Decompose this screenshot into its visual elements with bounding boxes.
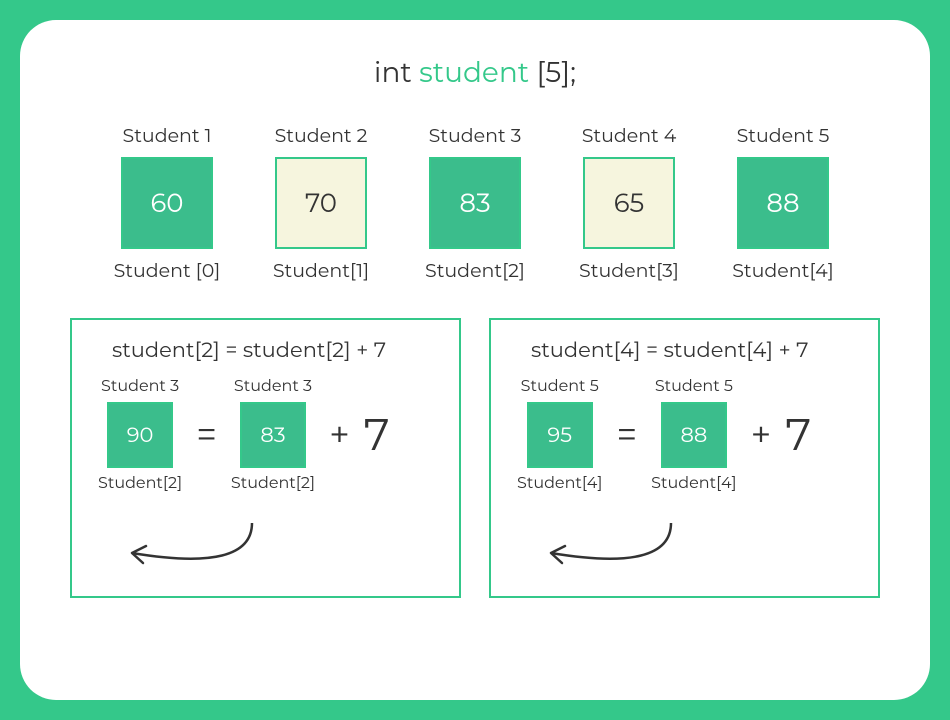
cell-value: 88 bbox=[737, 157, 829, 249]
equation-row: Student 5 95 Student[4] = Student 5 88 S… bbox=[517, 377, 864, 493]
array-cell: Student 3 83 Student[2] bbox=[420, 124, 530, 282]
array-cell: Student 1 60 Student [0] bbox=[112, 124, 222, 282]
mini-value: 95 bbox=[527, 402, 593, 468]
mini-value: 88 bbox=[661, 402, 727, 468]
array-declaration: int student [5]; bbox=[70, 56, 880, 90]
mini-value: 83 bbox=[240, 402, 306, 468]
mini-bottom-label: Student[2] bbox=[98, 474, 182, 493]
mini-top-label: Student 3 bbox=[101, 377, 179, 396]
cell-bottom-label: Student[3] bbox=[579, 259, 679, 282]
mini-bottom-label: Student[4] bbox=[651, 474, 736, 493]
equals-sign: = bbox=[196, 413, 217, 457]
cell-top-label: Student 2 bbox=[275, 124, 368, 147]
mini-bottom-label: Student[4] bbox=[517, 474, 602, 493]
cell-value: 60 bbox=[121, 157, 213, 249]
diagram-card: int student [5]; Student 1 60 Student [0… bbox=[20, 20, 930, 700]
cell-bottom-label: Student[4] bbox=[732, 259, 834, 282]
cell-top-label: Student 4 bbox=[582, 124, 677, 147]
result-cell: Student 5 95 Student[4] bbox=[517, 377, 602, 493]
type-keyword: int bbox=[374, 56, 412, 90]
cell-top-label: Student 3 bbox=[429, 124, 522, 147]
plus-sign: + bbox=[329, 413, 350, 457]
assignment-arrow-icon bbox=[521, 518, 721, 588]
assignment-arrow-icon bbox=[102, 518, 302, 588]
equals-sign: = bbox=[616, 413, 637, 457]
array-name: student bbox=[419, 56, 529, 90]
cell-value: 83 bbox=[429, 157, 521, 249]
expression-text: student[4] = student[4] + 7 bbox=[531, 338, 864, 363]
array-cell: Student 4 65 Student[3] bbox=[574, 124, 684, 282]
result-cell: Student 3 90 Student[2] bbox=[98, 377, 182, 493]
cell-bottom-label: Student [0] bbox=[114, 259, 221, 282]
update-panel: student[4] = student[4] + 7 Student 5 95… bbox=[489, 318, 880, 598]
mini-top-label: Student 5 bbox=[521, 377, 599, 396]
addend: 7 bbox=[785, 408, 811, 462]
array-row: Student 1 60 Student [0] Student 2 70 St… bbox=[70, 124, 880, 282]
addend: 7 bbox=[364, 408, 390, 462]
array-size: [5]; bbox=[536, 56, 576, 90]
cell-top-label: Student 5 bbox=[737, 124, 830, 147]
mini-bottom-label: Student[2] bbox=[231, 474, 315, 493]
equation-row: Student 3 90 Student[2] = Student 3 83 S… bbox=[98, 377, 445, 493]
cell-top-label: Student 1 bbox=[123, 124, 212, 147]
array-cell: Student 5 88 Student[4] bbox=[728, 124, 838, 282]
cell-value: 70 bbox=[275, 157, 367, 249]
mini-top-label: Student 5 bbox=[655, 377, 733, 396]
plus-sign: + bbox=[751, 413, 772, 457]
mini-value: 90 bbox=[107, 402, 173, 468]
cell-bottom-label: Student[2] bbox=[425, 259, 525, 282]
update-panel: student[2] = student[2] + 7 Student 3 90… bbox=[70, 318, 461, 598]
cell-value: 65 bbox=[583, 157, 675, 249]
source-cell: Student 3 83 Student[2] bbox=[231, 377, 315, 493]
expression-text: student[2] = student[2] + 7 bbox=[112, 338, 445, 363]
array-cell: Student 2 70 Student[1] bbox=[266, 124, 376, 282]
mini-top-label: Student 3 bbox=[234, 377, 312, 396]
cell-bottom-label: Student[1] bbox=[273, 259, 369, 282]
source-cell: Student 5 88 Student[4] bbox=[651, 377, 736, 493]
panels-row: student[2] = student[2] + 7 Student 3 90… bbox=[70, 318, 880, 598]
